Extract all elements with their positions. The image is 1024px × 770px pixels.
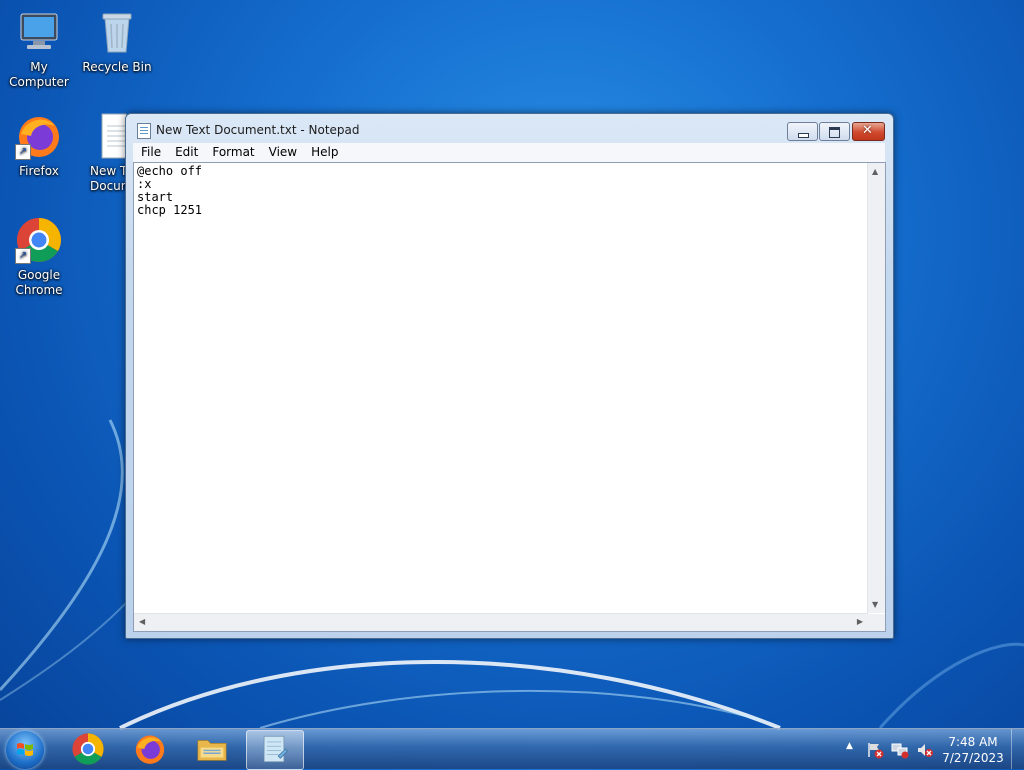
desktop-icon-my-computer[interactable]: My Computer <box>0 8 78 90</box>
desktop-icon-label: Firefox <box>19 164 59 178</box>
desktop-icon-label: Google Chrome <box>15 268 63 297</box>
taskbar-firefox[interactable] <box>122 730 178 768</box>
desktop-icon-label: My Computer <box>9 60 69 89</box>
clock-time: 7:48 AM <box>948 735 998 749</box>
menu-view[interactable]: View <box>261 143 303 162</box>
taskbar-chrome[interactable] <box>60 730 116 768</box>
windows-logo-icon <box>17 743 33 756</box>
title-bar[interactable]: New Text Document.txt - Notepad ✕ <box>126 114 893 144</box>
firefox-icon <box>135 735 165 764</box>
vertical-scrollbar[interactable]: ▲ ▼ <box>867 163 885 613</box>
close-icon: ✕ <box>862 123 873 138</box>
show-desktop-button[interactable] <box>1011 729 1024 769</box>
maximize-button[interactable] <box>819 122 850 141</box>
scroll-down-icon[interactable]: ▼ <box>872 600 878 609</box>
network-icon[interactable] <box>891 741 909 759</box>
desktop-icon-new-text-document[interactable]: New Text Document <box>78 112 128 194</box>
taskbar-explorer[interactable] <box>184 730 240 768</box>
taskbar-notepad[interactable] <box>246 730 304 770</box>
folder-icon <box>197 740 227 761</box>
desktop-icon-recycle-bin[interactable]: Recycle Bin <box>78 8 156 75</box>
notepad-icon <box>137 123 151 139</box>
desktop-icon-firefox[interactable]: ↗ Firefox <box>0 112 78 179</box>
start-button[interactable] <box>6 731 44 769</box>
shortcut-arrow-icon: ↗ <box>15 144 31 160</box>
text-file-icon <box>98 112 128 160</box>
maximize-icon <box>829 127 840 138</box>
computer-icon <box>15 8 63 56</box>
menu-help[interactable]: Help <box>303 143 344 162</box>
menu-edit[interactable]: Edit <box>167 143 204 162</box>
minimize-button[interactable] <box>787 122 818 141</box>
shortcut-arrow-icon: ↗ <box>15 248 31 264</box>
resize-grip[interactable] <box>868 614 885 631</box>
window-title: New Text Document.txt - Notepad <box>156 123 360 137</box>
volume-muted-icon[interactable] <box>916 741 934 759</box>
notepad-icon <box>263 735 288 763</box>
firefox-icon: ↗ <box>15 112 63 160</box>
scroll-left-icon[interactable]: ◀ <box>139 617 145 626</box>
notepad-window[interactable]: New Text Document.txt - Notepad ✕ File Ed… <box>125 113 894 639</box>
show-hidden-icons-button[interactable]: ▲ <box>846 741 853 751</box>
minimize-icon <box>798 133 809 138</box>
system-clock[interactable]: 7:48 AM 7/27/2023 <box>935 734 1011 766</box>
editor-content[interactable]: @echo off :x start chcp 1251 <box>137 165 202 217</box>
desktop-icon-label: New Text Document <box>90 164 128 193</box>
desktop-icon-label: Recycle Bin <box>82 60 152 74</box>
taskbar: ▲ 7:48 AM 7/27/2023 <box>0 728 1024 770</box>
chrome-icon <box>72 733 104 765</box>
menu-file[interactable]: File <box>133 143 167 162</box>
menu-bar: File Edit Format View Help <box>133 143 885 162</box>
clock-date: 7/27/2023 <box>942 751 1004 765</box>
chrome-icon: ↗ <box>15 216 63 264</box>
recycle-bin-icon <box>93 8 141 56</box>
scroll-right-icon[interactable]: ▶ <box>857 617 863 626</box>
horizontal-scrollbar[interactable]: ◀ ▶ <box>134 613 868 631</box>
text-editor[interactable]: @echo off :x start chcp 1251 ▲ ▼ ◀ ▶ <box>133 162 886 632</box>
desktop-icon-google-chrome[interactable]: ↗ Google Chrome <box>0 216 78 298</box>
scroll-up-icon[interactable]: ▲ <box>872 167 878 176</box>
menu-format[interactable]: Format <box>204 143 260 162</box>
action-center-flag-icon[interactable] <box>866 741 884 759</box>
close-button[interactable]: ✕ <box>852 122 885 141</box>
